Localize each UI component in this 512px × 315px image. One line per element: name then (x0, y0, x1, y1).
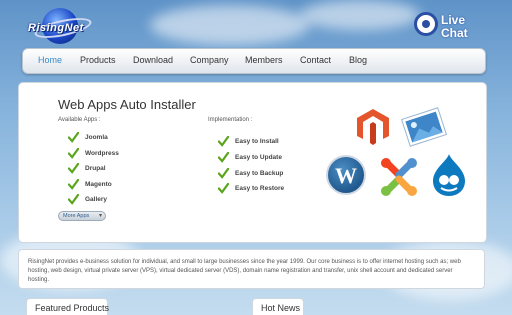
nav-item-company[interactable]: Company (190, 55, 229, 65)
available-app-label: Wordpress (85, 150, 119, 157)
checkmark-icon (68, 132, 79, 143)
more-apps-label: More Apps (63, 213, 90, 219)
available-app-label: Joomla (85, 134, 108, 141)
company-description: RisingNet provides e-business solution f… (18, 249, 485, 289)
implementation-label: Easy to Backup (235, 170, 284, 177)
checkmark-icon (68, 163, 79, 174)
implementation-label: Easy to Update (235, 154, 282, 161)
wordpress-w-glyph: W (335, 163, 357, 188)
drupal-logo-icon[interactable] (431, 153, 467, 197)
wordpress-logo-icon[interactable]: W (326, 155, 366, 195)
tab-hot-news-label: Hot News (261, 303, 301, 313)
checkmark-icon (218, 168, 229, 179)
tab-featured-products-label: Featured Products (35, 303, 110, 313)
main-nav: Home Products Download Company Members C… (22, 48, 486, 74)
tab-hot-news[interactable]: Hot News (252, 298, 304, 315)
implementation-heading: Implementation : (208, 117, 253, 123)
chat-bubble-icon (414, 12, 438, 36)
magento-logo-icon[interactable] (356, 108, 390, 146)
logo-text: RisingNet (28, 22, 84, 34)
gallery-photos-logo-icon[interactable] (399, 105, 449, 149)
live-chat-label-line1: Live (441, 13, 466, 27)
description-text: RisingNet provides e-business solution f… (28, 259, 461, 283)
nav-item-home[interactable]: Home (38, 55, 62, 65)
checkmark-icon (218, 152, 229, 163)
checkmark-icon (68, 194, 79, 205)
live-chat-button[interactable]: Live Chat (414, 12, 474, 40)
checkmark-icon (68, 148, 79, 159)
nav-item-products[interactable]: Products (80, 55, 116, 65)
installer-title: Web Apps Auto Installer (58, 97, 196, 112)
cloud-decoration (150, 5, 310, 45)
tab-featured-products[interactable]: Featured Products (26, 298, 110, 315)
nav-item-members[interactable]: Members (245, 55, 283, 65)
available-apps-heading: Available Apps : (58, 117, 101, 123)
nav-item-blog[interactable]: Blog (349, 55, 367, 65)
site-logo[interactable]: RisingNet (28, 8, 108, 44)
available-app-label: Drupal (85, 165, 106, 172)
checkmark-icon (68, 179, 79, 190)
nav-item-contact[interactable]: Contact (300, 55, 331, 65)
joomla-logo-icon[interactable] (377, 155, 421, 199)
cloud-decoration (300, 0, 420, 30)
live-chat-label-line2: Chat (441, 26, 468, 40)
more-apps-button[interactable]: More Apps ▾ (58, 211, 106, 221)
checkmark-icon (218, 136, 229, 147)
installer-panel: Web Apps Auto Installer Available Apps :… (18, 82, 487, 243)
checkmark-icon (218, 183, 229, 194)
available-app-label: Gallery (85, 196, 108, 203)
nav-item-download[interactable]: Download (133, 55, 173, 65)
implementation-label: Easy to Restore (235, 185, 285, 192)
implementation-label: Easy to Install (235, 138, 279, 145)
available-app-label: Magento (85, 181, 112, 188)
chevron-down-icon: ▾ (98, 213, 102, 219)
